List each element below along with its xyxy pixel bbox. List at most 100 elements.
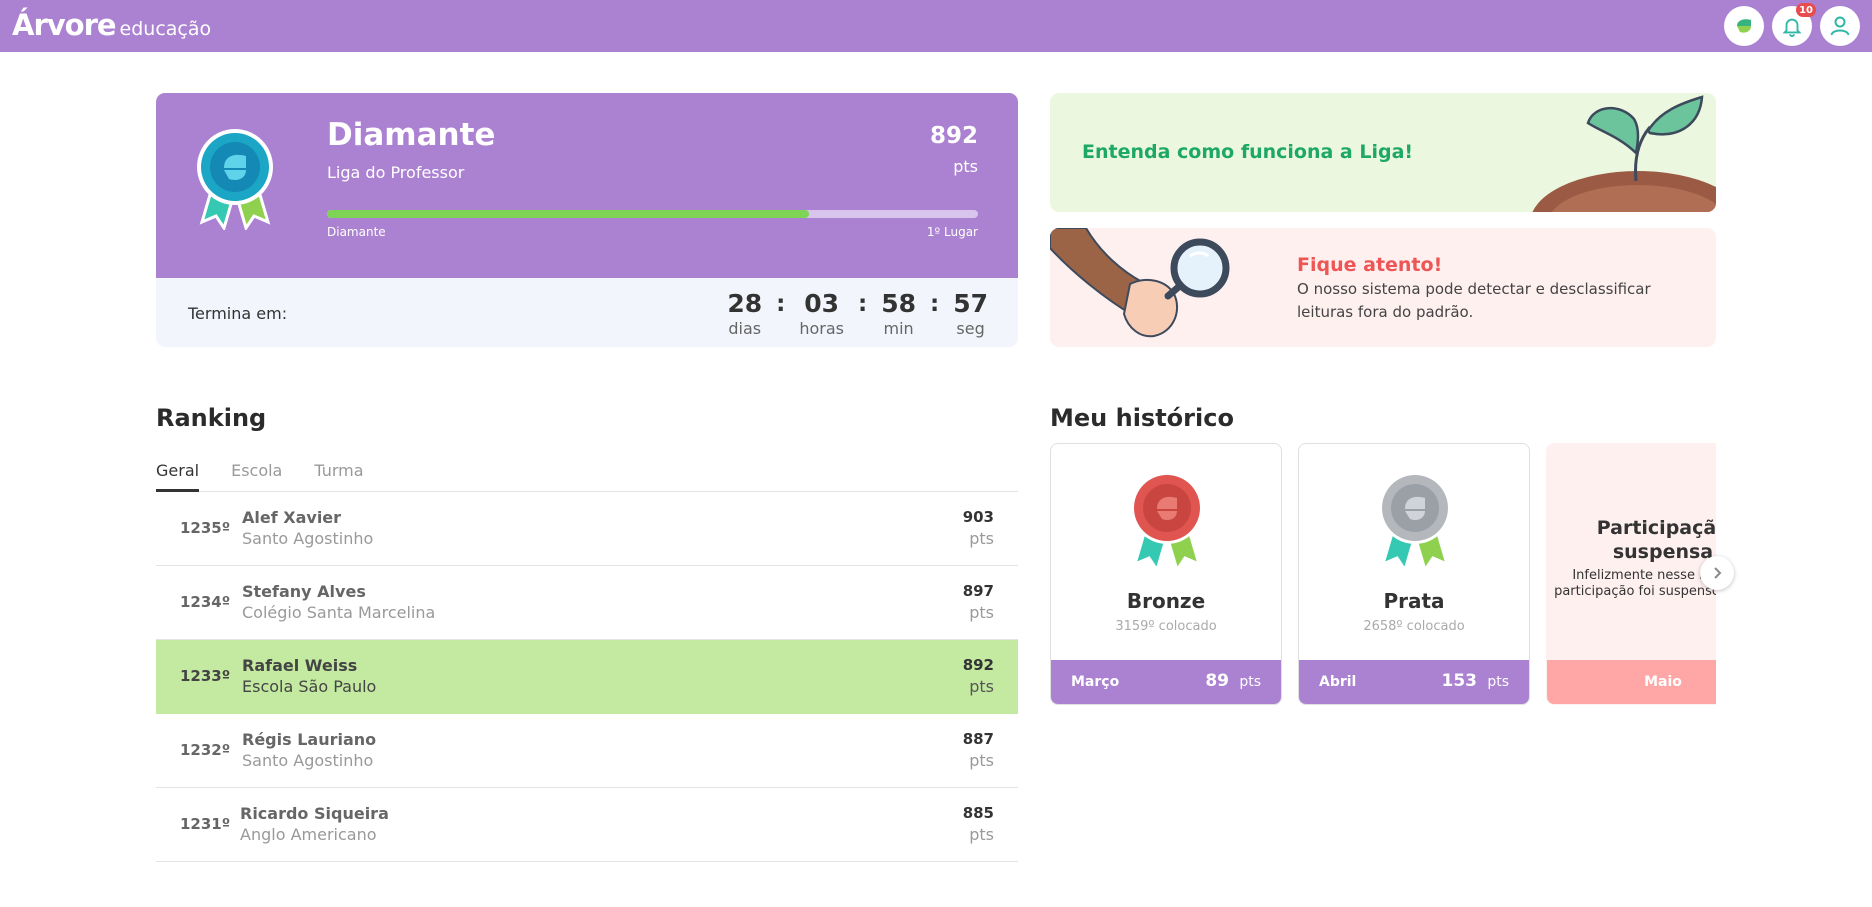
ranking-row[interactable]: 1232º Régis Lauriano Santo Agostinho 887…	[156, 714, 1018, 788]
ranking-row[interactable]: 1231º Ricardo Siqueira Anglo Americano 8…	[156, 788, 1018, 862]
history-placement: 2658º colocado	[1363, 619, 1465, 634]
brand-name: Árvore	[12, 8, 117, 42]
notifications-button[interactable]: 10	[1772, 3, 1816, 46]
ranking-row[interactable]: 1234º Stefany Alves Colégio Santa Marcel…	[156, 566, 1018, 640]
history-points-unit: pts	[1239, 674, 1261, 690]
league-points: 892	[929, 123, 978, 149]
bell-icon	[1782, 18, 1802, 37]
ranking-title: Ranking	[156, 404, 267, 432]
history-card-footer: Abril 153 pts	[1299, 660, 1529, 704]
ranking-school: Anglo Americano	[240, 825, 377, 844]
league-title: Diamante	[327, 117, 496, 153]
history-league-name: Bronze	[1126, 589, 1206, 613]
league-subtitle: Liga do Professor	[327, 163, 465, 182]
ranking-row-current-user[interactable]: 1233º Rafael Weiss Escola São Paulo 892 …	[156, 640, 1018, 714]
ranking-name: Ricardo Siqueira	[240, 804, 389, 823]
history-card-footer: Março 89 pts	[1051, 660, 1281, 704]
how-league-works-link[interactable]: Entenda como funciona a Liga!	[1082, 141, 1413, 163]
history-league-name: Prata	[1383, 589, 1445, 613]
history-points: 89	[1205, 671, 1229, 691]
ranking-points-unit: pts	[969, 529, 994, 548]
history-title: Meu histórico	[1050, 404, 1234, 432]
ranking-name: Alef Xavier	[242, 508, 342, 527]
history-card-bronze[interactable]: Bronze 3159º colocado Março 89 pts	[1050, 443, 1282, 705]
countdown-label: horas	[799, 319, 844, 338]
ranking-name: Rafael Weiss	[242, 656, 358, 675]
warning-card: Fique atento! O nosso sistema pode detec…	[1050, 228, 1716, 347]
countdown-seconds: 57 seg	[953, 289, 988, 339]
countdown-label: dias	[728, 319, 762, 338]
countdown-minutes: 58 min	[881, 289, 916, 339]
ranking-position: 1232º	[180, 741, 231, 759]
suspended-title: Participação suspensa	[1596, 517, 1716, 563]
history-carousel: Bronze 3159º colocado Março 89 pts Prata…	[1050, 443, 1716, 706]
countdown-label: seg	[956, 319, 985, 338]
history-month: Abril	[1319, 674, 1357, 690]
league-header: Diamante Liga do Professor 892 pts Diama…	[156, 93, 1018, 278]
history-card-footer: Maio	[1547, 660, 1716, 704]
warning-title: Fique atento!	[1297, 254, 1443, 276]
warning-text: O nosso sistema pode detectar e desclass…	[1297, 280, 1651, 321]
history-points-unit: pts	[1487, 674, 1509, 690]
ranking-position: 1235º	[180, 519, 231, 537]
ranking-school: Colégio Santa Marcelina	[242, 603, 436, 622]
progress-start-label: Diamante	[327, 225, 386, 239]
profile-button[interactable]	[1820, 6, 1860, 46]
ranking-points-unit: pts	[969, 751, 994, 770]
ranking-position: 1231º	[180, 815, 231, 833]
league-points-unit: pts	[953, 157, 978, 176]
arvore-leaf-icon	[1737, 19, 1751, 33]
tab-geral[interactable]: Geral	[156, 459, 200, 492]
ranking-points-unit: pts	[969, 603, 994, 622]
league-progress-fill	[327, 210, 809, 218]
chevron-right-icon	[1714, 567, 1722, 579]
countdown-timer: 28 dias : 03 horas : 58 min : 57 seg	[727, 289, 988, 339]
user-icon	[1830, 16, 1850, 36]
bronze-medal-icon	[1127, 468, 1207, 576]
silver-medal-icon	[1375, 468, 1455, 576]
ranking-school: Escola São Paulo	[242, 677, 377, 696]
ranking-tabs: Geral Escola Turma	[156, 459, 1018, 492]
ranking-points: 892	[962, 656, 994, 674]
league-progress-bar	[327, 210, 978, 218]
progress-end-label: 1º Lugar	[926, 225, 978, 239]
history-card-prata[interactable]: Prata 2658º colocado Abril 153 pts	[1298, 443, 1530, 705]
history-month: Março	[1071, 674, 1120, 690]
tab-escola[interactable]: Escola	[231, 459, 282, 492]
countdown-separator: :	[776, 291, 786, 317]
how-league-works-card[interactable]: Entenda como funciona a Liga!	[1050, 93, 1716, 212]
arvore-app-button[interactable]	[1724, 6, 1764, 46]
ranking-school: Santo Agostinho	[242, 751, 374, 770]
ranking-points: 903	[962, 508, 994, 526]
diamond-medal-icon	[194, 126, 276, 234]
ends-in-label: Termina em:	[188, 304, 288, 323]
arvore-logo[interactable]: Árvore educação	[12, 8, 211, 42]
countdown-label: min	[883, 319, 914, 338]
ranking-school: Santo Agostinho	[242, 529, 374, 548]
countdown-separator: :	[930, 291, 940, 317]
history-points: 153	[1441, 671, 1478, 691]
history-next-button[interactable]	[1700, 556, 1734, 590]
ranking-points: 887	[962, 730, 994, 748]
ranking-points-unit: pts	[969, 825, 994, 844]
ranking-points: 897	[962, 582, 994, 600]
ranking-position: 1234º	[180, 593, 231, 611]
history-month: Maio	[1644, 674, 1682, 690]
ranking-points-unit: pts	[969, 677, 994, 696]
countdown-value: 03	[804, 289, 840, 318]
suspended-text: Infelizmente nesse mês sua participação …	[1554, 568, 1716, 599]
ranking-row[interactable]: 1235º Alef Xavier Santo Agostinho 903 pt…	[156, 492, 1018, 566]
countdown-value: 58	[881, 289, 916, 318]
countdown-value: 57	[953, 289, 988, 318]
tab-turma[interactable]: Turma	[314, 459, 363, 492]
ranking-name: Stefany Alves	[242, 582, 366, 601]
countdown-days: 28 dias	[727, 289, 762, 339]
ranking-position: 1233º	[180, 667, 231, 685]
countdown-value: 28	[727, 289, 763, 318]
ranking-list: 1235º Alef Xavier Santo Agostinho 903 pt…	[156, 492, 1018, 862]
countdown-hours: 03 horas	[799, 289, 844, 339]
history-card-suspended[interactable]: Participação suspensa Infelizmente nesse…	[1546, 443, 1716, 705]
countdown-separator: :	[858, 291, 868, 317]
top-bar: Árvore educação 10	[0, 0, 1872, 52]
notifications-badge: 10	[1796, 3, 1816, 17]
